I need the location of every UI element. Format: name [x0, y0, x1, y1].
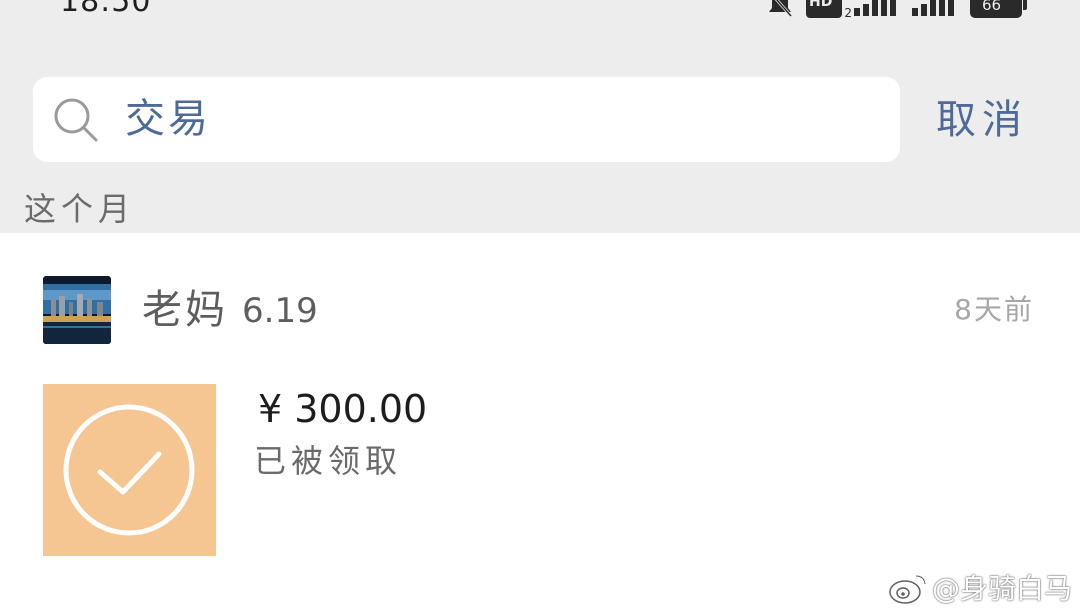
status-time: 18:50	[60, 0, 152, 19]
transfer-card-icon[interactable]	[43, 384, 216, 556]
hd-icon: HD 2	[806, 0, 852, 20]
record-name[interactable]: 老妈	[142, 287, 228, 333]
battery-icon: 66	[970, 0, 1027, 18]
check-circle-icon	[63, 404, 195, 536]
avatar[interactable]	[43, 276, 111, 344]
battery-level: 66	[982, 0, 1002, 14]
section-header: 这个月	[24, 190, 136, 228]
hd-label: HD	[809, 0, 833, 10]
record-date: 6.19	[242, 291, 318, 331]
search-input[interactable]: 交易	[33, 77, 900, 162]
status-bar: 18:50 HD 2 66	[0, 0, 1080, 24]
watermark-text: @身骑白马	[931, 572, 1072, 605]
signal-icon-1	[854, 0, 900, 18]
bell-mute-icon	[766, 0, 794, 18]
transfer-status: 已被领取	[254, 442, 403, 480]
search-icon	[54, 98, 98, 142]
top-area: 18:50 HD 2 66 交易 取消 这个月	[0, 0, 1080, 233]
transfer-amount: ¥ 300.00	[258, 387, 428, 431]
status-icons: HD 2 66	[766, 0, 1027, 20]
weibo-logo-icon	[889, 574, 927, 604]
hd-sub-label: 2	[844, 6, 852, 20]
cancel-button[interactable]: 取消	[936, 94, 1028, 146]
signal-icon-2	[912, 0, 958, 18]
search-query[interactable]: 交易	[125, 93, 211, 145]
record-time: 8天前	[954, 293, 1034, 326]
watermark: @身骑白马	[888, 572, 1072, 606]
